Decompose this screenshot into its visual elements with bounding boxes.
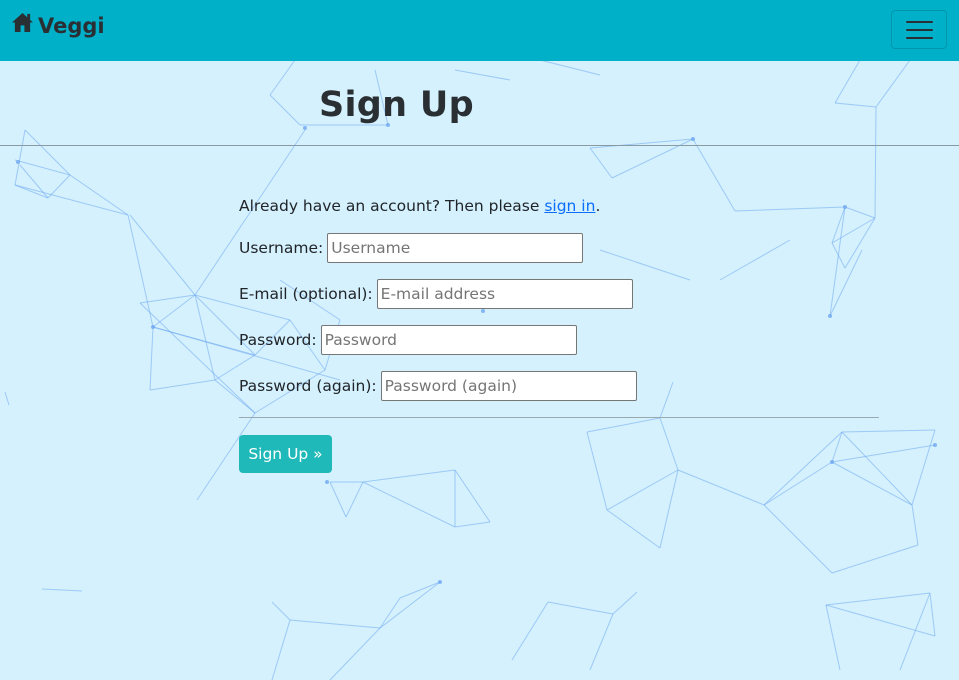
intro-text: Already have an account? Then please: [239, 197, 545, 215]
username-input[interactable]: [327, 233, 584, 263]
hamburger-menu-icon: [905, 20, 933, 23]
email-row: E-mail (optional):: [239, 279, 633, 309]
sign-in-prompt: Already have an account? Then please sig…: [239, 197, 600, 215]
intro-suffix: .: [595, 197, 601, 215]
sign-up-button[interactable]: Sign Up »: [239, 435, 332, 473]
page-title: Sign Up: [319, 85, 474, 125]
password-again-label: Password (again):: [239, 377, 377, 395]
password-again-row: Password (again):: [239, 371, 637, 401]
title-divider: [0, 145, 959, 146]
username-row: Username:: [239, 233, 584, 263]
brand-label: Veggi: [38, 14, 105, 38]
form-divider: [239, 417, 879, 418]
password-row: Password:: [239, 325, 577, 355]
email-label: E-mail (optional):: [239, 285, 373, 303]
navbar: Veggi: [0, 0, 959, 61]
email-input[interactable]: [376, 279, 633, 309]
password-again-input[interactable]: [380, 371, 637, 401]
username-label: Username:: [239, 239, 324, 257]
home-icon: [11, 12, 38, 38]
sign-in-link[interactable]: sign in: [544, 197, 595, 215]
password-label: Password:: [239, 331, 317, 349]
password-input[interactable]: [320, 325, 577, 355]
menu-toggle-button[interactable]: [891, 10, 947, 49]
main-content: Sign Up Already have an account? Then pl…: [0, 61, 959, 680]
brand-link[interactable]: Veggi: [11, 12, 105, 38]
